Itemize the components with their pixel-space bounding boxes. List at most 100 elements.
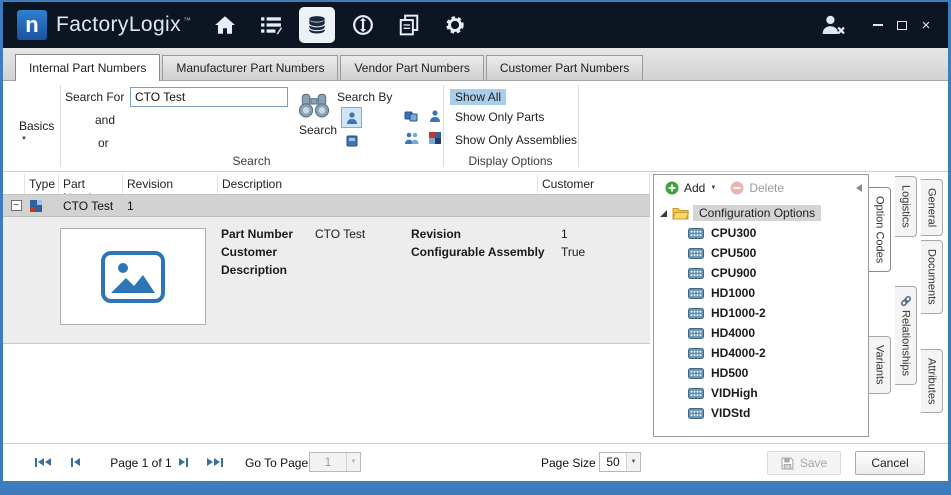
delete-label: Delete — [749, 181, 784, 195]
description-column-header[interactable]: Description — [218, 174, 538, 194]
tab-general[interactable]: General — [921, 179, 943, 236]
factorylogix-window: n FactoryLogix™ — [0, 0, 951, 495]
main-nav — [207, 7, 483, 43]
basics-menu[interactable]: Basics ▼ — [19, 119, 54, 142]
page-size-label: Page Size — [541, 456, 596, 470]
type-column-header[interactable]: Type — [25, 174, 59, 194]
settings-gear-icon[interactable] — [437, 7, 473, 43]
image-icon — [100, 251, 166, 303]
chevron-down-icon: ▼ — [710, 185, 716, 191]
display-options-group-label: Display Options — [443, 154, 578, 168]
and-label: and — [95, 113, 115, 127]
revision-field-value: 1 — [561, 227, 621, 245]
transfer-icon[interactable] — [345, 7, 381, 43]
tab-manufacturer-part-numbers[interactable]: Manufacturer Part Numbers — [162, 55, 338, 80]
collapse-panel-icon[interactable] — [856, 184, 862, 192]
user-logoff-icon[interactable] — [816, 10, 850, 40]
first-page-button[interactable] — [31, 454, 55, 470]
cancel-button[interactable]: Cancel — [855, 451, 925, 475]
group-separator — [578, 85, 579, 167]
part-number-column-header[interactable]: Part Number — [59, 174, 123, 194]
goto-page-input[interactable]: 1 ▼ — [309, 452, 361, 472]
page-size-input[interactable]: 50 ▼ — [599, 452, 641, 472]
option-code-icon — [688, 288, 704, 299]
close-button[interactable]: × — [914, 15, 938, 35]
tab-logistics[interactable]: Logistics — [895, 176, 917, 237]
show-only-assemblies-option[interactable]: Show Only Assemblies — [450, 132, 582, 148]
documents-icon[interactable] — [391, 7, 427, 43]
save-button[interactable]: Save — [767, 451, 841, 475]
show-only-parts-option[interactable]: Show Only Parts — [450, 109, 549, 125]
tree-expander-icon[interactable] — [660, 210, 667, 217]
home-icon[interactable] — [207, 7, 243, 43]
part-type-icon — [29, 199, 43, 213]
tab-customer-part-numbers[interactable]: Customer Part Numbers — [486, 55, 643, 80]
configurable-assembly-field-label: Configurable Assembly — [411, 245, 561, 263]
maximize-button[interactable] — [890, 15, 914, 35]
search-binoculars-icon[interactable] — [297, 89, 331, 122]
add-option-button[interactable]: Add ▼ — [658, 178, 723, 198]
previous-page-button[interactable] — [63, 454, 87, 470]
tab-vendor-part-numbers[interactable]: Vendor Part Numbers — [340, 55, 483, 80]
tab-relationships[interactable]: Relationships — [895, 286, 917, 385]
parts-library-icon[interactable] — [299, 7, 335, 43]
tree-item-hd500[interactable]: HD500 — [654, 363, 868, 383]
description-field-label: Description — [221, 263, 315, 281]
close-icon: × — [922, 17, 931, 34]
search-for-input[interactable] — [130, 87, 288, 107]
option-code-icon — [688, 388, 704, 399]
chevron-down-icon: ▼ — [21, 136, 54, 142]
part-number-field-label: Part Number — [221, 227, 315, 245]
tab-option-codes[interactable]: Option Codes — [869, 187, 891, 272]
search-by-assemblies-button[interactable] — [341, 130, 362, 151]
minimize-button[interactable] — [866, 15, 890, 35]
main-area: Type Part Number Revision Description Cu… — [3, 172, 948, 443]
search-button[interactable]: Search — [299, 123, 337, 137]
save-icon — [781, 457, 794, 470]
tree-item-hd4000-2[interactable]: HD4000-2 — [654, 343, 868, 363]
tree-item-hd1000[interactable]: HD1000 — [654, 283, 868, 303]
tree-item-cpu500[interactable]: CPU500 — [654, 243, 868, 263]
tree-node-configuration-options[interactable]: Configuration Options — [654, 203, 868, 223]
tab-attributes[interactable]: Attributes — [921, 349, 943, 413]
search-ribbon: Basics ▼ Search For and or Search By Sea… — [3, 81, 948, 172]
customer-column-header[interactable]: Customer — [538, 174, 650, 194]
search-by-parts-button[interactable] — [341, 107, 362, 128]
tree-item-hd4000[interactable]: HD4000 — [654, 323, 868, 343]
tab-variants[interactable]: Variants — [869, 336, 891, 394]
collapse-row-icon[interactable]: − — [11, 200, 22, 211]
chevron-down-icon: ▼ — [626, 453, 640, 471]
part-fields: Part Number CTO Test Revision 1 Customer… — [221, 227, 621, 281]
search-by-people-button[interactable] — [401, 127, 422, 148]
part-row-cto-test[interactable]: − CTO Test 1 — [3, 195, 650, 217]
or-label: or — [98, 136, 109, 150]
chain-link-icon — [900, 295, 912, 307]
customer-field-value — [315, 245, 411, 263]
tree-item-vidhigh[interactable]: VIDHigh — [654, 383, 868, 403]
next-page-button[interactable] — [171, 454, 195, 470]
trademark: ™ — [183, 16, 191, 25]
show-all-option[interactable]: Show All — [450, 89, 506, 105]
part-number-field-value: CTO Test — [315, 227, 411, 245]
search-by-customer-button[interactable] — [424, 127, 445, 148]
basics-label: Basics — [19, 119, 54, 133]
tree-item-cpu300[interactable]: CPU300 — [654, 223, 868, 243]
configuration-options-tree: Configuration Options CPU300 CPU500 CPU9… — [654, 201, 868, 423]
part-image-placeholder[interactable] — [60, 228, 206, 325]
search-by-manufacturer-button[interactable] — [401, 105, 422, 126]
minus-glyph: − — [13, 201, 19, 210]
goto-page-label: Go To Page — [245, 456, 308, 470]
tree-item-cpu900[interactable]: CPU900 — [654, 263, 868, 283]
tree-item-hd1000-2[interactable]: HD1000-2 — [654, 303, 868, 323]
last-page-button[interactable] — [203, 454, 227, 470]
tab-internal-part-numbers[interactable]: Internal Part Numbers — [15, 54, 160, 81]
search-by-vendor-button[interactable] — [424, 105, 445, 126]
option-code-icon — [688, 308, 704, 319]
tab-documents[interactable]: Documents — [921, 240, 943, 314]
delete-option-button[interactable]: Delete — [723, 178, 791, 198]
option-code-icon — [688, 328, 704, 339]
tree-item-vidstd[interactable]: VIDStd — [654, 403, 868, 423]
option-code-icon — [688, 348, 704, 359]
revision-column-header[interactable]: Revision — [123, 174, 218, 194]
production-list-icon[interactable] — [253, 7, 289, 43]
